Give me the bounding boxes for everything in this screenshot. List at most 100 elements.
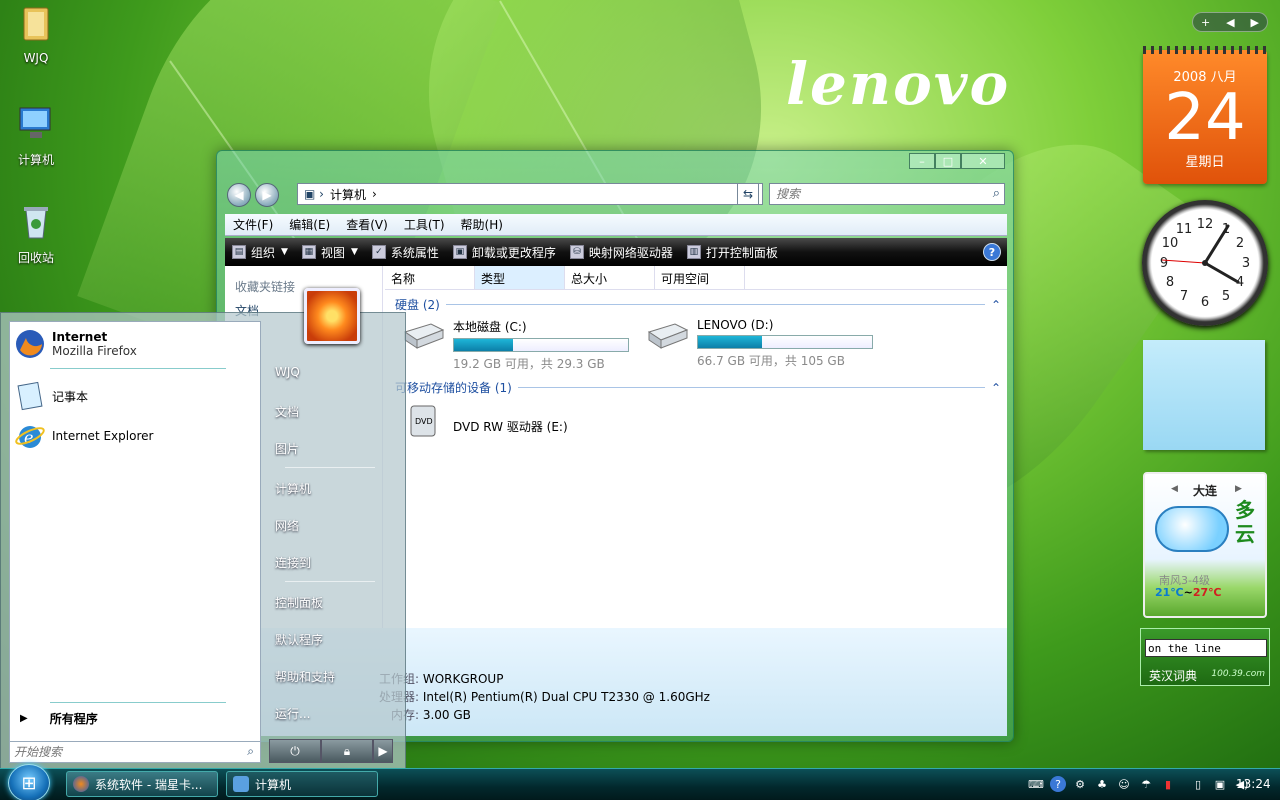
system-properties-button[interactable]: ✓ 系统属性 <box>365 244 446 261</box>
weather-gadget[interactable]: ◀ 大连 ▶ 多云 南风3-4级 21℃~27℃ <box>1143 472 1267 618</box>
map-network-drive-label: 映射网络驱动器 <box>588 245 673 260</box>
power-options-arrow[interactable]: ▶ <box>373 739 393 763</box>
drive-d[interactable]: LENOVO (D:) 66.7 GB 可用，共 105 GB <box>645 318 873 369</box>
map-network-drive-button[interactable]: ⛁ 映射网络驱动器 <box>563 244 680 261</box>
start-search-input[interactable] <box>10 742 230 762</box>
search-icon[interactable]: ⌕ <box>993 186 1000 201</box>
tray-umbrella-icon[interactable]: ☂ <box>1138 776 1154 792</box>
menu-edit[interactable]: 编辑(E) <box>281 216 338 233</box>
address-text: 计算机 <box>329 187 366 202</box>
start-button[interactable]: ⊞ <box>8 764 50 800</box>
ie-icon: e <box>15 426 45 448</box>
refresh-button[interactable]: ⇆ <box>737 183 759 205</box>
add-gadget-icon[interactable]: + <box>1201 16 1210 29</box>
taskbar-button-firefox[interactable]: 系统软件 - 瑞星卡... <box>66 771 218 797</box>
menu-tools[interactable]: 工具(T) <box>396 216 453 233</box>
qq-icon[interactable]: ☺ <box>1116 776 1132 792</box>
start-search-box: ⌕ <box>9 741 261 763</box>
drive-c[interactable]: 本地磁盘 (C:) 19.2 GB 可用，共 29.3 GB <box>401 318 629 372</box>
place-user[interactable]: WJQ <box>275 365 300 379</box>
group-removable-storage[interactable]: 可移动存储的设备 (1) ⌃ <box>395 379 1001 396</box>
back-button[interactable]: ◀ <box>227 183 251 207</box>
column-headers: 名称 类型 总大小 可用空间 <box>385 266 1007 290</box>
start-item-firefox[interactable]: Internet Mozilla Firefox <box>14 328 137 360</box>
start-item-title: 记事本 <box>52 389 89 404</box>
all-programs-button[interactable]: ▶ 所有程序 <box>20 710 98 727</box>
favorite-links-heading: 收藏夹链接 <box>235 280 296 294</box>
svg-text:2: 2 <box>1236 236 1244 251</box>
close-button[interactable]: ✕ <box>961 153 1005 169</box>
workgroup-value: WORKGROUP <box>422 672 504 686</box>
start-item-notepad[interactable]: 记事本 <box>14 380 88 412</box>
start-item-internet-explorer[interactable]: e Internet Explorer <box>14 420 153 452</box>
desktop-icon-recycle-bin[interactable]: 回收站 <box>6 202 66 266</box>
network-icon[interactable]: ▣ <box>1212 776 1228 792</box>
chevron-left-icon[interactable]: ◀ <box>1226 16 1234 29</box>
address-bar[interactable]: ▣ › 计算机 › ▼ <box>297 183 763 205</box>
taskbar-button-label: 系统软件 - 瑞星卡... <box>95 777 203 792</box>
chevron-right-icon[interactable]: ▶ <box>1235 484 1242 494</box>
lock-button[interactable]: 🔒︎ <box>321 739 373 763</box>
place-computer[interactable]: 计算机 <box>275 480 311 497</box>
place-run[interactable]: 运行... <box>275 705 310 722</box>
place-network[interactable]: 网络 <box>275 517 299 534</box>
drive-free-space: 19.2 GB 可用，共 29.3 GB <box>453 357 605 371</box>
place-pictures[interactable]: 图片 <box>275 440 299 457</box>
minimize-button[interactable]: – <box>909 153 935 169</box>
drive-usage-fill <box>454 339 514 351</box>
column-type[interactable]: 类型 <box>475 266 565 289</box>
place-connect-to[interactable]: 连接到 <box>275 554 311 571</box>
drive-usage-fill <box>698 336 763 348</box>
drive-e[interactable]: DVD DVD RW 驱动器 (E:) <box>401 404 568 438</box>
search-input[interactable] <box>770 184 980 204</box>
taskbar-clock[interactable]: 13:24 <box>1236 777 1271 791</box>
weather-condition: 多云 <box>1235 498 1255 546</box>
memory-value: 3.00 GB <box>422 708 471 722</box>
group-hard-disks[interactable]: 硬盘 (2) ⌃ <box>395 296 1001 313</box>
search-icon[interactable]: ⌕ <box>247 744 254 759</box>
desktop-icon-user[interactable]: WJQ <box>6 4 66 65</box>
place-help-support[interactable]: 帮助和支持 <box>275 668 335 685</box>
column-name[interactable]: 名称 <box>385 266 475 289</box>
open-control-panel-button[interactable]: ▥ 打开控制面板 <box>680 244 785 261</box>
taskbar-button-computer[interactable]: 计算机 <box>226 771 378 797</box>
tray-app-icon[interactable]: ♣ <box>1094 776 1110 792</box>
tray-shield-icon[interactable]: ▮ <box>1160 776 1176 792</box>
battery-icon[interactable]: ▯ <box>1190 776 1206 792</box>
svg-text:12: 12 <box>1197 217 1214 232</box>
tray-tool-icon[interactable]: ⚙ <box>1072 776 1088 792</box>
menu-help[interactable]: 帮助(H) <box>453 216 511 233</box>
forward-button[interactable]: ▶ <box>255 183 279 207</box>
system-properties-label: 系统属性 <box>390 245 439 260</box>
place-control-panel[interactable]: 控制面板 <box>275 594 323 611</box>
system-tray: ⌨ ? ⚙ ♣ ☺ ☂ ▮ ▯ ▣ ◀) <box>1028 770 1256 798</box>
user-picture[interactable] <box>304 288 360 344</box>
temp-high: 27℃ <box>1192 586 1222 599</box>
collapse-icon[interactable]: ⌃ <box>991 298 1001 312</box>
place-documents[interactable]: 文档 <box>275 403 299 420</box>
menu-file[interactable]: 文件(F) <box>225 216 281 233</box>
clock-gadget[interactable]: 12123 4567 891011 <box>1142 200 1268 326</box>
window-controls: – □ ✕ <box>909 153 1005 169</box>
power-button[interactable]: ⏻ <box>269 739 321 763</box>
uninstall-programs-button[interactable]: ▣ 卸载或更改程序 <box>446 244 563 261</box>
help-icon[interactable]: ? <box>1050 776 1066 792</box>
calendar-gadget[interactable]: 2008 八月 24 星期日 <box>1143 46 1267 184</box>
column-free-space[interactable]: 可用空间 <box>655 266 745 289</box>
chevron-down-icon: ▼ <box>281 247 288 257</box>
views-button[interactable]: ▦ 视图 ▼ <box>295 244 365 261</box>
dictionary-input[interactable] <box>1145 639 1267 657</box>
maximize-button[interactable]: □ <box>935 153 961 169</box>
column-total-size[interactable]: 总大小 <box>565 266 655 289</box>
views-label: 视图 <box>320 245 345 260</box>
chevron-right-icon[interactable]: ▶ <box>1251 16 1259 29</box>
help-icon[interactable]: ? <box>983 243 1001 261</box>
sticky-note-gadget[interactable] <box>1143 340 1265 450</box>
place-default-programs[interactable]: 默认程序 <box>275 631 323 648</box>
collapse-icon[interactable]: ⌃ <box>991 381 1001 395</box>
desktop-icon-computer[interactable]: 计算机 <box>6 104 66 168</box>
organize-button[interactable]: ▤ 组织 ▼ <box>225 244 295 261</box>
keyboard-icon[interactable]: ⌨ <box>1028 776 1044 792</box>
desktop-icon-label: 回收站 <box>17 251 54 265</box>
menu-view[interactable]: 查看(V) <box>338 216 396 233</box>
